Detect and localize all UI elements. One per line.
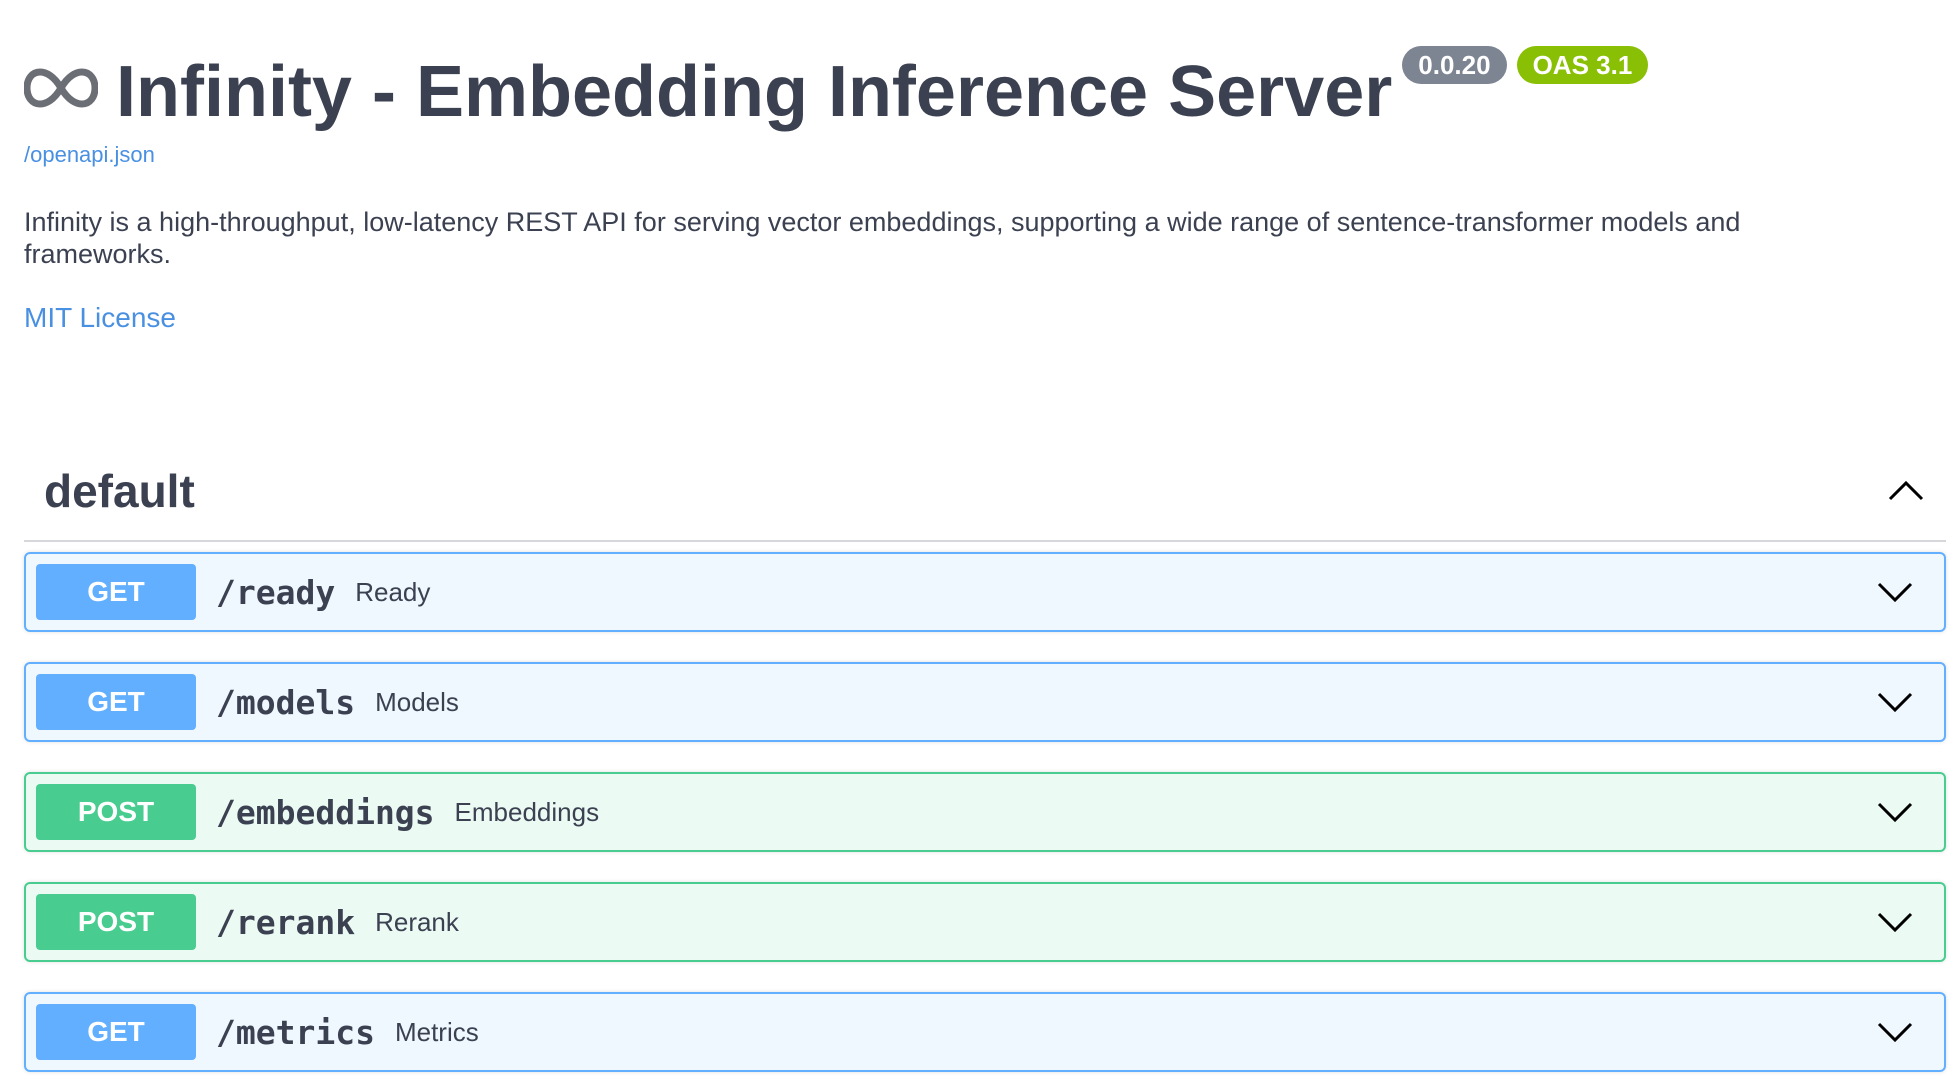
method-badge: POST — [36, 894, 196, 950]
chevron-down-icon[interactable] — [1876, 580, 1914, 604]
operation-path: /ready — [216, 572, 336, 612]
operation-summary: Rerank — [375, 906, 459, 937]
operation-post-embeddings[interactable]: POST /embeddings Embeddings — [24, 772, 1946, 852]
operation-post-rerank[interactable]: POST /rerank Rerank — [24, 882, 1946, 962]
operation-get-models[interactable]: GET /models Models — [24, 662, 1946, 742]
chevron-down-icon[interactable] — [1876, 1020, 1914, 1044]
method-badge: GET — [36, 674, 196, 730]
operation-get-ready[interactable]: GET /ready Ready — [24, 552, 1946, 632]
method-badge: POST — [36, 784, 196, 840]
operation-path: /metrics — [216, 1012, 375, 1052]
operation-summary: Ready — [355, 576, 431, 607]
operation-path: /embeddings — [216, 792, 435, 832]
license-link[interactable]: MIT License — [24, 302, 1934, 334]
infinity-icon — [23, 66, 99, 110]
chevron-up-icon[interactable] — [1886, 479, 1926, 503]
tag-section-default: default GET /ready Ready GET /models Mod… — [24, 442, 1946, 1072]
operation-summary: Metrics — [394, 1016, 479, 1047]
page-title: Infinity - Embedding Inference Server — [116, 52, 1393, 132]
chevron-down-icon[interactable] — [1876, 690, 1914, 714]
chevron-down-icon[interactable] — [1876, 910, 1914, 934]
operation-summary: Models — [375, 686, 459, 717]
openapi-json-link[interactable]: /openapi.json — [24, 142, 1934, 168]
api-info: Infinity - Embedding Inference Server 0.… — [23, 30, 1934, 334]
chevron-down-icon[interactable] — [1876, 800, 1914, 824]
oas-badge: OAS 3.1 — [1516, 46, 1649, 84]
method-badge: GET — [36, 1004, 196, 1060]
operation-summary: Embeddings — [454, 796, 600, 827]
version-badge: 0.0.20 — [1402, 46, 1507, 84]
title-row: Infinity - Embedding Inference Server 0.… — [23, 30, 1934, 132]
operation-get-metrics[interactable]: GET /metrics Metrics — [24, 992, 1946, 1072]
tag-header[interactable]: default — [24, 442, 1946, 542]
tag-name: default — [44, 465, 195, 517]
operation-path: /rerank — [216, 902, 356, 942]
badges: 0.0.20 OAS 3.1 — [1402, 46, 1649, 84]
operation-path: /models — [216, 682, 356, 722]
method-badge: GET — [36, 564, 196, 620]
api-description: Infinity is a high-throughput, low-laten… — [24, 207, 1741, 269]
